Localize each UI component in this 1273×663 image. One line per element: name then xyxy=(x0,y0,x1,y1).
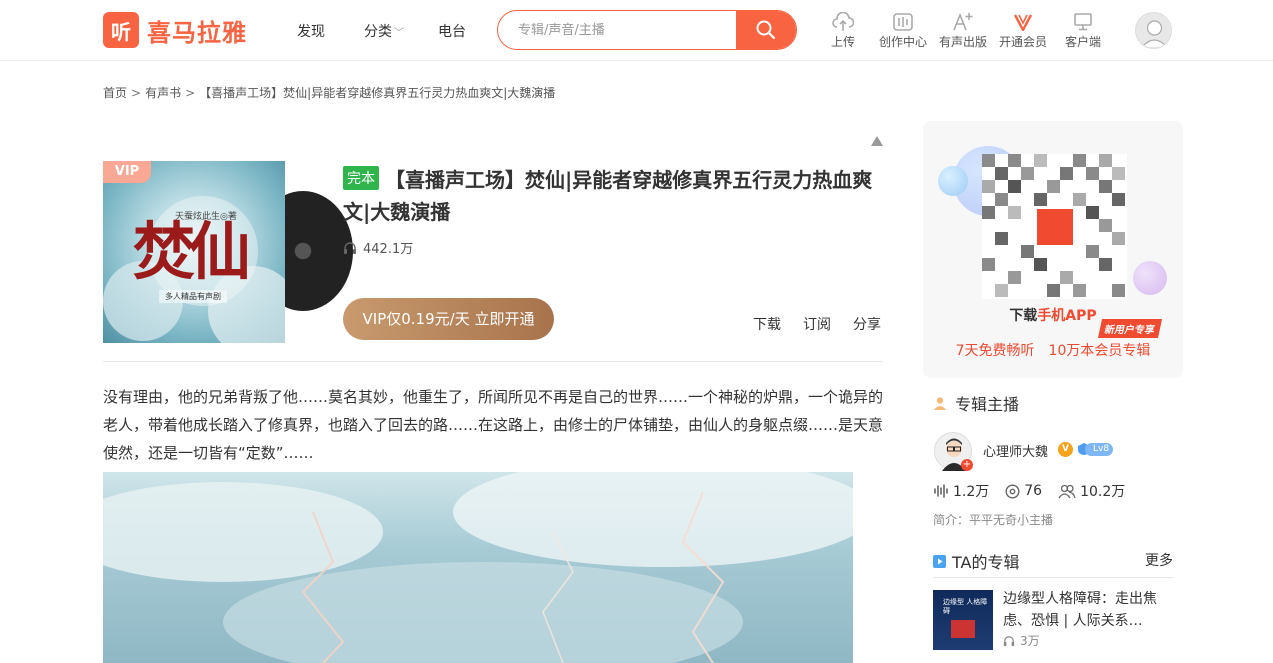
promo-row: 7天免费畅听 10万本会员专辑 xyxy=(923,340,1183,360)
download-app-prefix: 下载 xyxy=(1009,308,1038,324)
logo-text: 喜马拉雅 xyxy=(147,18,247,47)
album-cover: VIP 焚仙 天蚕炫此生◎著 多人精品有声剧 xyxy=(103,161,353,343)
breadcrumb-separator: > xyxy=(131,86,142,100)
decor-bubble xyxy=(938,166,968,196)
qr-code[interactable] xyxy=(982,154,1127,299)
mixer-icon xyxy=(873,11,933,33)
ta-albums-title: TA的专辑 xyxy=(952,553,1020,572)
stat-plays-value: 1.2万 xyxy=(953,484,990,500)
search-icon xyxy=(756,20,776,40)
download-app-highlight: 手机APP xyxy=(1037,308,1097,324)
more-link[interactable]: 更多 xyxy=(1145,550,1173,570)
headphones-icon xyxy=(1003,635,1015,646)
upload-cloud-icon xyxy=(813,11,873,33)
share-button[interactable]: 分享 xyxy=(853,314,881,334)
breadcrumb: 首页 > 有声书 > 【喜播声工场】焚仙|异能者穿越修真界五行灵力热血爽文|大魏演播 xyxy=(103,84,555,101)
disc-icon xyxy=(1005,483,1020,499)
followers-icon xyxy=(1058,484,1076,498)
tool-client-label: 客户端 xyxy=(1064,35,1101,49)
promo-vip-albums: 10万本会员专辑 xyxy=(1048,343,1151,359)
ta-albums-header: TA的专辑 xyxy=(933,549,1019,573)
poster-art xyxy=(103,472,853,663)
decor-bubble xyxy=(1133,261,1167,295)
search-input[interactable] xyxy=(498,11,738,49)
stat-albums: 76 xyxy=(1005,483,1042,499)
follow-plus-icon[interactable]: + xyxy=(961,459,973,471)
cover-subtitle: 多人精品有声剧 xyxy=(159,290,227,303)
person-icon xyxy=(934,397,946,410)
tool-upload-label: 上传 xyxy=(830,35,855,49)
cover-author: 天蚕炫此生◎著 xyxy=(175,212,237,222)
ta-album-thumb-text: 边缘型 人格障碍 xyxy=(943,598,988,615)
stat-followers-value: 10.2万 xyxy=(1080,484,1126,500)
breadcrumb-home[interactable]: 首页 xyxy=(103,86,127,100)
nav-category[interactable]: 分类 ﹀ xyxy=(364,21,404,41)
qr-code-pattern xyxy=(982,154,1125,297)
tool-client[interactable]: 客户端 xyxy=(1053,11,1113,50)
promo-free-listen: 7天免费畅听 xyxy=(955,343,1035,359)
divider xyxy=(933,577,1173,578)
vip-subscribe-button[interactable]: VIP仅0.19元/天 立即开通 xyxy=(343,298,554,340)
app-download-card: 下载手机APP 新用户专享 7天免费畅听 10万本会员专辑 xyxy=(923,121,1183,378)
report-warning-icon[interactable] xyxy=(871,136,883,146)
nav-discover[interactable]: 发现 xyxy=(297,21,325,41)
user-avatar-icon xyxy=(1141,20,1168,48)
tool-creator-label: 创作中心 xyxy=(878,35,927,49)
album-plays: 442.1万 xyxy=(343,238,413,257)
headphones-icon xyxy=(344,241,356,254)
text-add-icon xyxy=(933,11,993,33)
search-button[interactable] xyxy=(736,11,796,49)
album-intro: 没有理由，他的兄弟背叛了他……莫名其妙，他重生了，所闻所见不再是自己的世界……一… xyxy=(103,388,884,462)
status-badge: 完本 xyxy=(343,166,379,190)
ta-album-thumb-art xyxy=(951,620,975,638)
anchor-name[interactable]: 心理师大魏 xyxy=(983,441,1048,460)
album-plays-count: 442.1万 xyxy=(363,242,414,257)
album-title: 【喜播声工场】焚仙|异能者穿越修真界五行灵力热血爽文|大魏演播 xyxy=(343,168,873,224)
anchor-stats: 1.2万 76 10.2万 xyxy=(933,481,1141,501)
verified-v-icon: V xyxy=(1058,442,1073,457)
cover-image: VIP 焚仙 天蚕炫此生◎著 多人精品有声剧 xyxy=(103,161,285,343)
stat-albums-value: 76 xyxy=(1024,483,1043,499)
download-button[interactable]: 下载 xyxy=(753,314,781,334)
play-square-icon xyxy=(933,554,946,568)
tool-vip-label: 开通会员 xyxy=(998,35,1047,49)
tool-creator-center[interactable]: 创作中心 xyxy=(873,11,933,50)
monitor-icon xyxy=(1053,11,1113,33)
breadcrumb-audiobook[interactable]: 有声书 xyxy=(145,86,181,100)
subscribe-button[interactable]: 订阅 xyxy=(803,314,831,334)
nav-radio[interactable]: 电台 xyxy=(438,21,466,41)
level-text: Lv8 xyxy=(1085,442,1114,456)
user-avatar[interactable] xyxy=(1135,12,1172,49)
anchor-section-header: 专辑主播 xyxy=(933,391,1019,415)
album-poster-image xyxy=(103,472,853,663)
tool-publishing[interactable]: 有声出版 xyxy=(933,11,993,50)
nav-category-label: 分类 xyxy=(364,24,392,40)
tool-upload[interactable]: 上传 xyxy=(813,11,873,50)
top-navbar: 听 喜马拉雅 发现 分类﹀ 电台 上传 创作中心 有声出版 开通会员 客户端 xyxy=(0,0,1273,61)
search-box xyxy=(497,10,797,50)
new-user-badge: 新用户专享 xyxy=(1097,319,1163,338)
level-badge: Lv8 xyxy=(1077,442,1114,456)
tool-publishing-label: 有声出版 xyxy=(938,35,987,49)
cover-vip-tag: VIP xyxy=(103,161,151,183)
ta-album-plays: 3万 xyxy=(1003,632,1040,649)
stat-plays: 1.2万 xyxy=(933,481,989,501)
soundwave-icon xyxy=(934,484,948,498)
vip-v-icon xyxy=(993,11,1053,33)
breadcrumb-separator: > xyxy=(185,86,196,100)
breadcrumb-current: 【喜播声工场】焚仙|异能者穿越修真界五行灵力热血爽文|大魏演播 xyxy=(199,86,556,100)
divider xyxy=(103,361,883,362)
stat-followers: 10.2万 xyxy=(1058,481,1125,501)
logo[interactable]: 听 喜马拉雅 xyxy=(103,12,247,48)
anchor-bio: 简介：平平无奇小主播 xyxy=(933,513,1054,527)
ta-album-plays-count: 3万 xyxy=(1020,634,1040,648)
chevron-down-icon: ﹀ xyxy=(394,28,404,39)
ta-album-thumb[interactable]: 边缘型 人格障碍 xyxy=(933,590,993,650)
tool-vip[interactable]: 开通会员 xyxy=(993,11,1053,50)
logo-mark: 听 xyxy=(103,12,139,48)
anchor-section-title: 专辑主播 xyxy=(955,395,1020,414)
ta-album-title[interactable]: 边缘型人格障碍：走出焦虑、恐惧 | 人际关系… xyxy=(1003,588,1173,632)
